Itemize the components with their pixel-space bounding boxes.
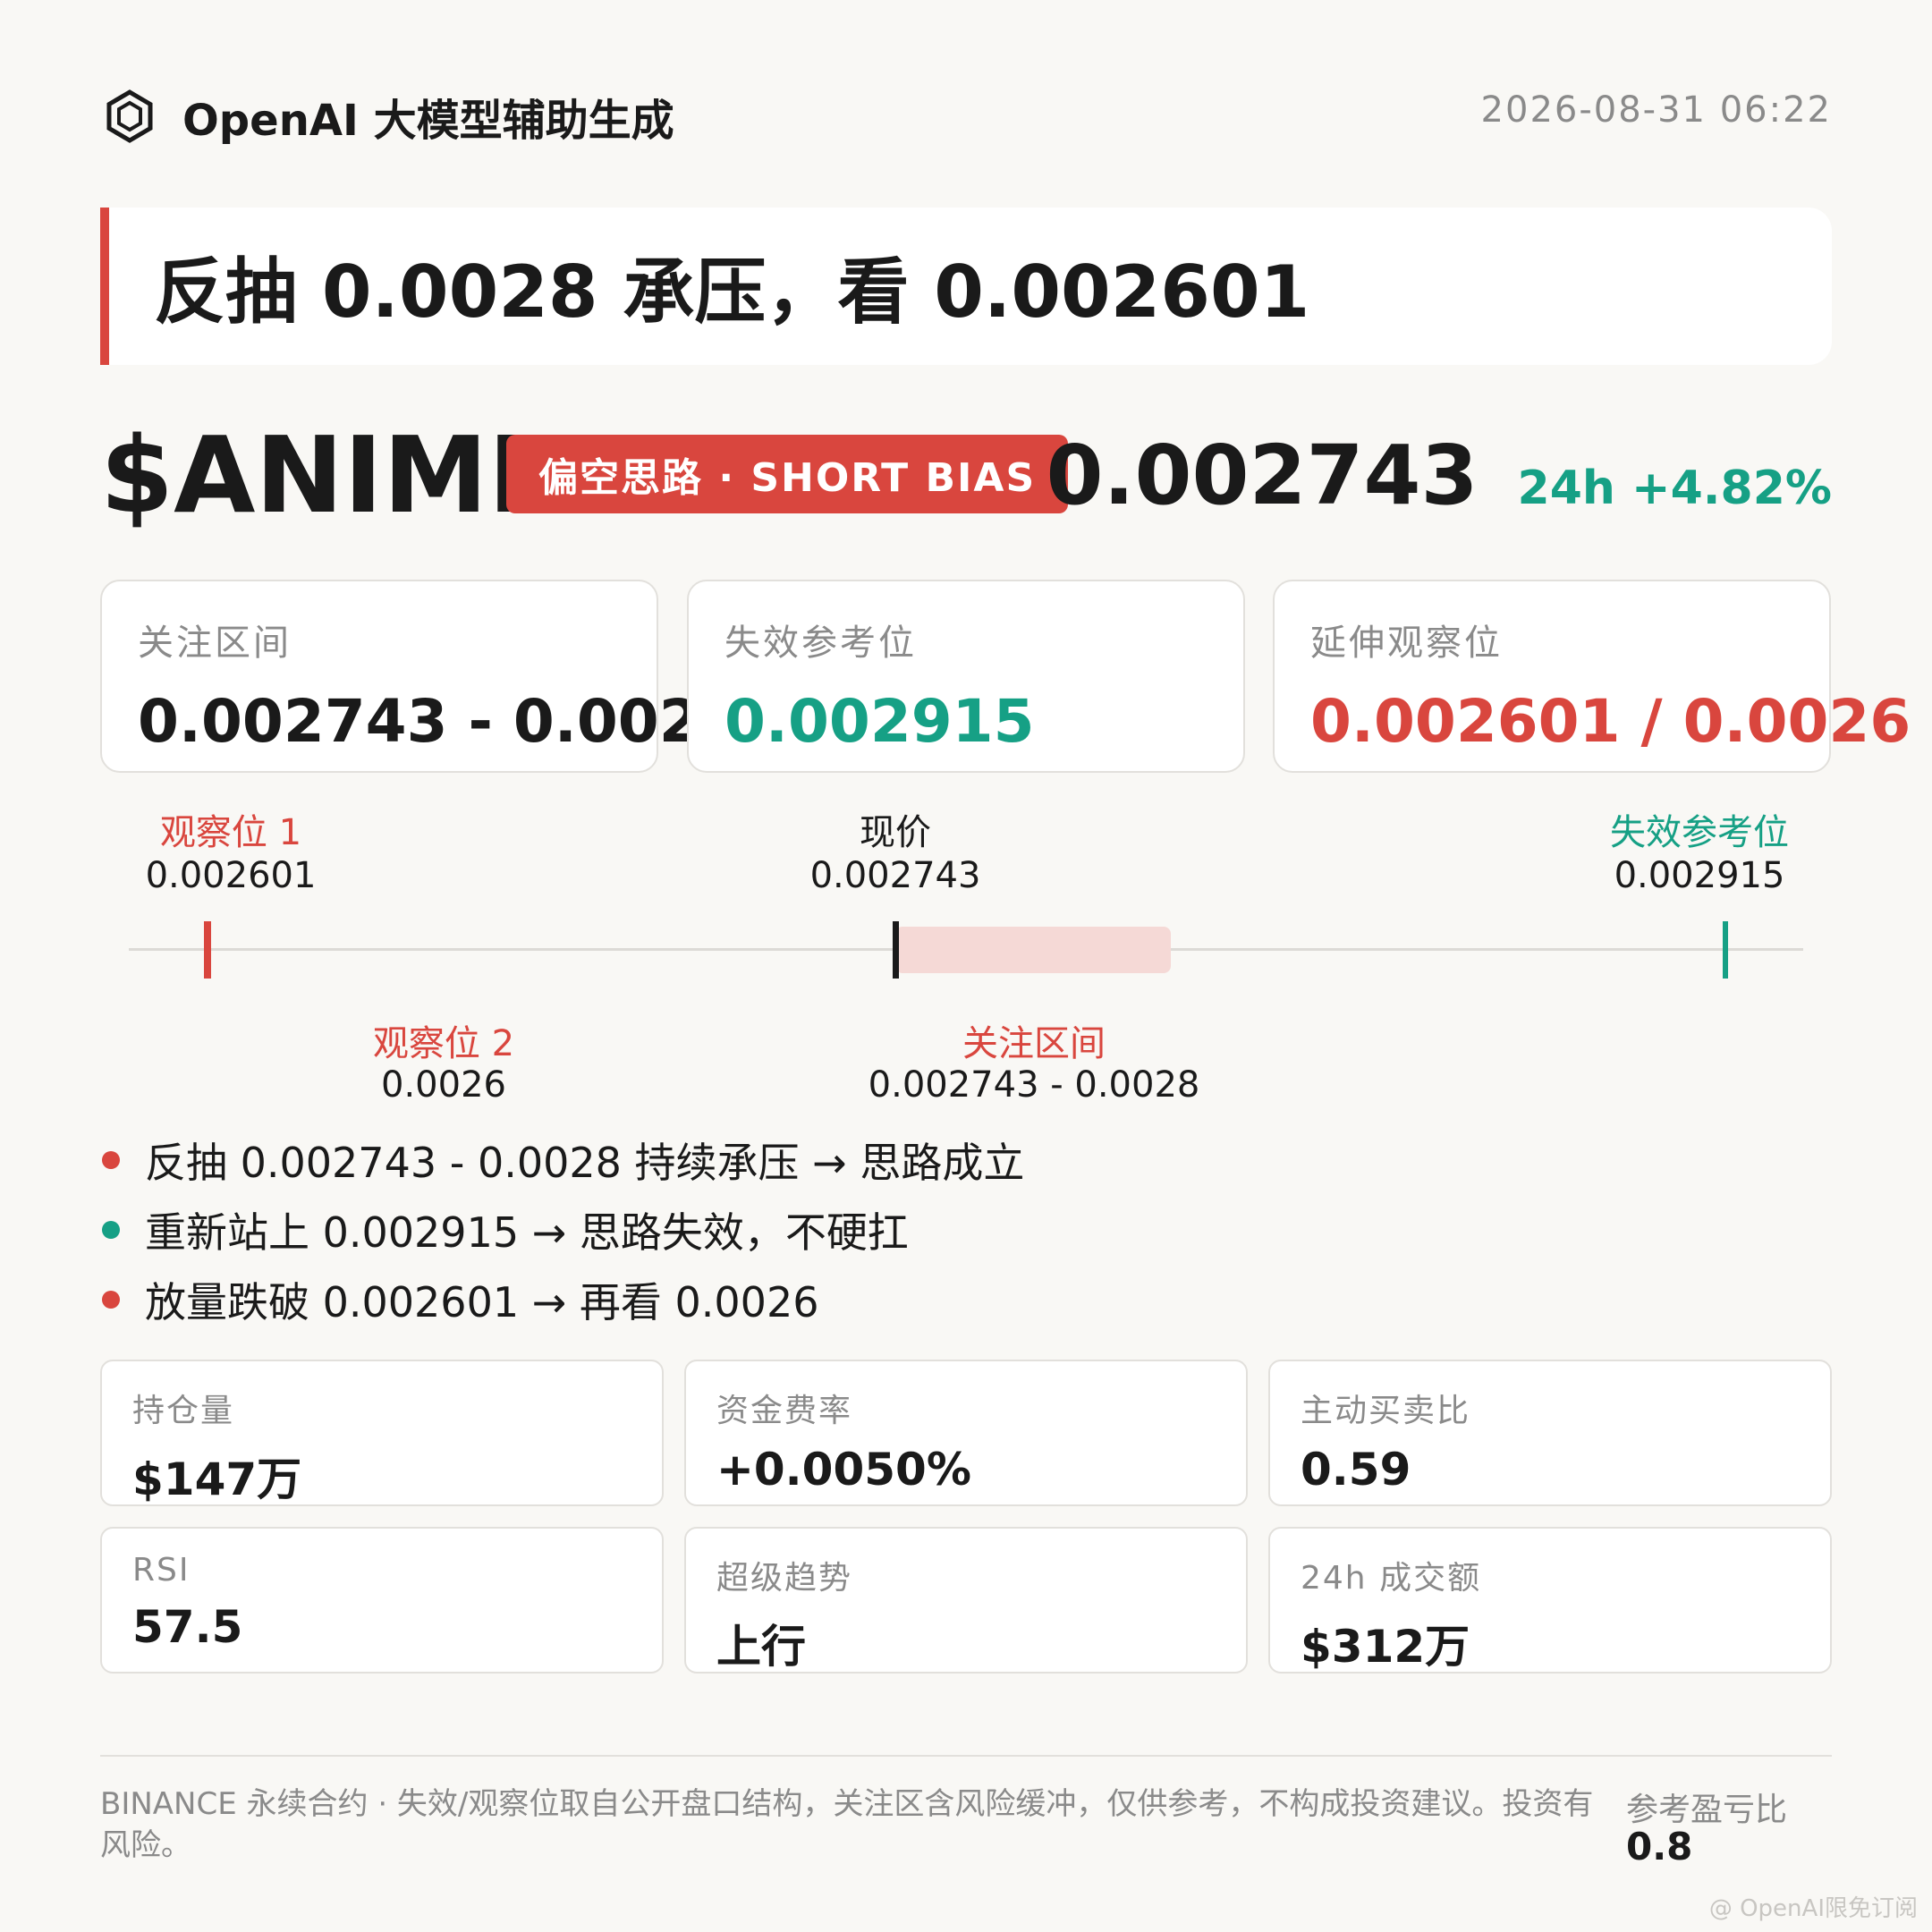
- invalidation-label: 失效参考位: [1610, 812, 1789, 853]
- level-card-invalidation: 失效参考位 0.002915: [687, 580, 1245, 773]
- current-price-marker: [893, 921, 899, 979]
- list-item: 反抽 0.002743 - 0.0028 持续承压 → 思路成立: [100, 1125, 1024, 1195]
- scenario-list: 反抽 0.002743 - 0.0028 持续承压 → 思路成立 重新站上 0.…: [100, 1125, 1024, 1335]
- bias-badge: 偏空思路 · SHORT BIAS: [506, 435, 1069, 513]
- stat-label: 持仓量: [132, 1393, 235, 1429]
- stat-label: 资金费率: [716, 1393, 853, 1429]
- bullet-text: 放量跌破 0.002601 → 再看 0.0026: [145, 1278, 819, 1326]
- list-item: 重新站上 0.002915 → 思路失效，不硬扛: [100, 1195, 1024, 1265]
- disclaimer: BINANCE 永续合约 · 失效/观察位取自公开盘口结构，关注区含风险缓冲，仅…: [100, 1786, 1594, 1863]
- stat-label: 超级趋势: [716, 1560, 853, 1597]
- zone-value: 0.002743 - 0.0028: [868, 1064, 1200, 1106]
- current-price: 0.002743: [1046, 428, 1479, 523]
- level-label: 失效参考位: [724, 623, 917, 664]
- stat-label: RSI: [132, 1552, 191, 1589]
- stat-value: $147万: [132, 1453, 302, 1505]
- level-label: 关注区间: [138, 623, 292, 664]
- headline-card: 反抽 0.0028 承压，看 0.002601: [100, 208, 1832, 365]
- stat-value: 0.59: [1301, 1444, 1411, 1496]
- level-value: 0.002915: [724, 687, 1035, 756]
- stat-card-funding-rate: 资金费率 +0.0050%: [684, 1360, 1248, 1506]
- watch1-label: 观察位 1: [159, 812, 302, 853]
- watch1-marker: [204, 921, 211, 979]
- timestamp: 2026-08-31 06:22: [1480, 89, 1832, 131]
- invalidation-value: 0.002915: [1614, 855, 1785, 896]
- stat-value: $312万: [1301, 1621, 1470, 1673]
- stat-label: 24h 成交额: [1301, 1560, 1482, 1597]
- watch2-value: 0.0026: [381, 1064, 506, 1106]
- zone-label: 关注区间: [962, 1023, 1106, 1064]
- bullet-text: 反抽 0.002743 - 0.0028 持续承压 → 思路成立: [145, 1139, 1025, 1187]
- change-24h: 24h +4.82%: [1517, 462, 1832, 515]
- stat-label: 主动买卖比: [1301, 1393, 1471, 1429]
- current-label: 现价: [860, 812, 931, 853]
- stat-card-volume-24h: 24h 成交额 $312万: [1268, 1527, 1832, 1674]
- stat-card-taker-ratio: 主动买卖比 0.59: [1268, 1360, 1832, 1506]
- level-value: 0.002601 / 0.0026: [1310, 687, 1911, 756]
- stat-card-supertrend: 超级趋势 上行: [684, 1527, 1248, 1674]
- watch1-value: 0.002601: [145, 855, 317, 896]
- watermark: @ OpenAI限免订阅: [1708, 1895, 1918, 1922]
- risk-reward-label: 参考盈亏比: [1626, 1792, 1788, 1828]
- list-item: 放量跌破 0.002601 → 再看 0.0026: [100, 1265, 1024, 1335]
- ticker-symbol: $ANIME: [100, 413, 561, 537]
- red-dot-icon: [102, 1151, 120, 1169]
- watch2-label: 观察位 2: [372, 1023, 515, 1064]
- risk-reward-value: 0.8: [1626, 1825, 1693, 1868]
- stat-value: +0.0050%: [716, 1444, 971, 1496]
- level-value: 0.002743 - 0.0028: [138, 687, 741, 756]
- stat-value: 57.5: [132, 1601, 243, 1653]
- headline-text: 反抽 0.0028 承压，看 0.002601: [154, 250, 1310, 334]
- level-card-focus-zone: 关注区间 0.002743 - 0.0028: [100, 580, 741, 773]
- level-card-extension: 延伸观察位 0.002601 / 0.0026: [1273, 580, 1911, 773]
- focus-zone-band: [895, 927, 1171, 973]
- brand: OpenAI 大模型辅助生成: [100, 82, 674, 150]
- footer-divider: [100, 1755, 1832, 1757]
- red-dot-icon: [102, 1291, 120, 1309]
- price-row: 0.002743 24h +4.82%: [1046, 428, 1832, 523]
- current-value: 0.002743: [809, 855, 981, 896]
- level-label: 延伸观察位: [1310, 623, 1503, 664]
- green-dot-icon: [102, 1221, 120, 1239]
- hexagon-logo-icon: [106, 89, 153, 143]
- invalidation-marker: [1723, 921, 1728, 979]
- stat-value: 上行: [716, 1621, 806, 1673]
- bullet-text: 重新站上 0.002915 → 思路失效，不硬扛: [145, 1208, 909, 1257]
- brand-title: OpenAI 大模型辅助生成: [182, 96, 674, 146]
- stat-card-open-interest: 持仓量 $147万: [100, 1360, 664, 1506]
- stat-card-rsi: RSI 57.5: [100, 1527, 664, 1674]
